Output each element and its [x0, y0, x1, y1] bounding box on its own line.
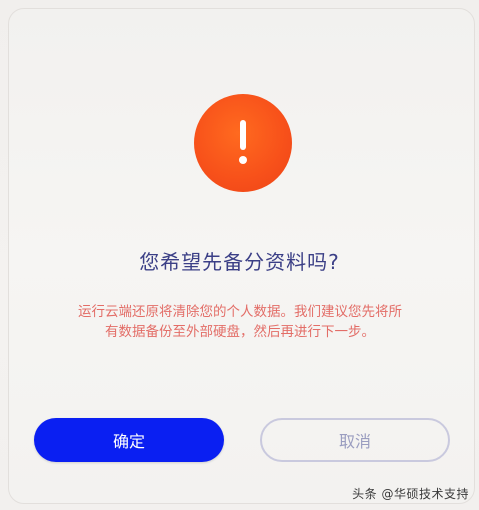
dialog-title: 您希望先备分资料吗? — [139, 250, 340, 274]
exclamation-dot — [239, 156, 247, 164]
confirm-button[interactable]: 确定 — [34, 418, 224, 462]
dialog-message-line-2: 有数据备份至外部硬盘，然后再进行下一步。 — [105, 324, 375, 340]
exclamation-warning-icon — [194, 94, 292, 192]
dialog-message-line-1: 运行云端还原将清除您的个人数据。我们建议您先将所 — [78, 304, 402, 320]
screen: 您希望先备分资料吗? 运行云端还原将清除您的个人数据。我们建议您先将所 有数据备… — [0, 0, 479, 510]
exclamation-bar — [240, 120, 246, 150]
watermark-text: 头条 @华硕技术支持 — [352, 487, 469, 501]
dialog-message: 运行云端还原将清除您的个人数据。我们建议您先将所 有数据备份至外部硬盘，然后再进… — [40, 302, 440, 342]
cancel-button[interactable]: 取消 — [260, 418, 450, 462]
